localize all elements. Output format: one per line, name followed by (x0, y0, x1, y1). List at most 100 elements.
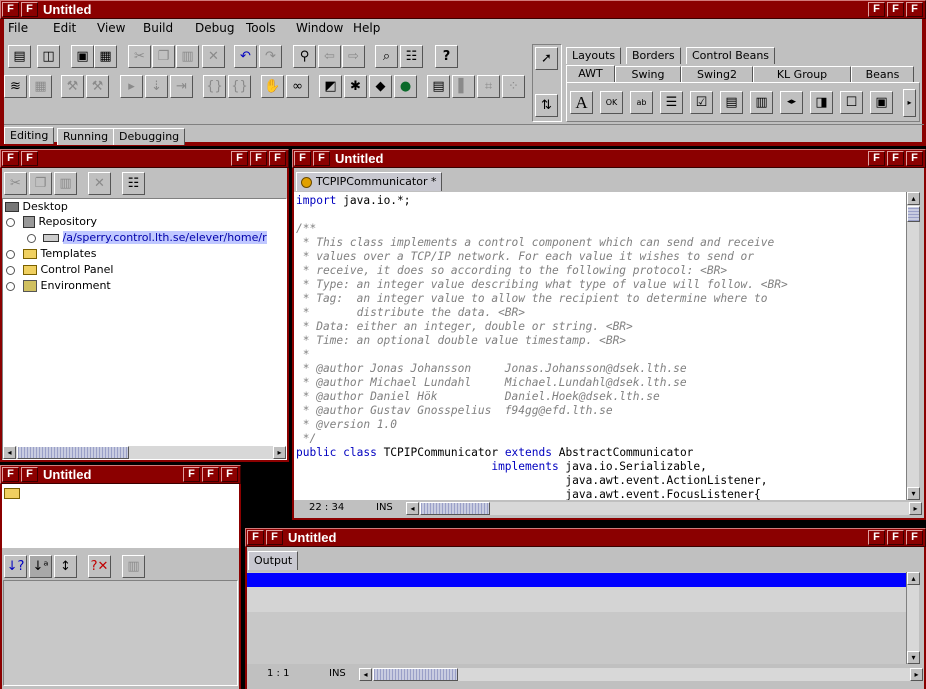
editor-menu-icon-2[interactable]: F (313, 151, 330, 166)
close-icon[interactable]: F (906, 2, 923, 17)
step-into-icon[interactable]: ⇣ (145, 75, 168, 98)
workspace-tab-running[interactable]: Running (57, 128, 115, 145)
hammer-icon[interactable]: ⚒ (61, 75, 84, 98)
menu-window[interactable]: Window (296, 21, 343, 35)
step-out-icon[interactable]: {} (203, 75, 226, 98)
expand-icon[interactable] (6, 250, 15, 259)
code-line[interactable]: /** (296, 222, 788, 236)
editor-maximize-icon[interactable]: F (887, 151, 904, 166)
palette-tab-borders[interactable]: Borders (626, 47, 681, 64)
main-titlebar[interactable]: F F Untitled F F F (0, 0, 926, 19)
code-line[interactable]: java.awt.event.FocusListener{ (296, 488, 788, 500)
maximize-icon[interactable]: F (887, 2, 904, 17)
output-hscroll-thumb[interactable] (373, 668, 458, 681)
customize-icon[interactable]: ▥ (122, 555, 145, 578)
code-line[interactable]: public class TCPIPCommunicator extends A… (296, 446, 788, 460)
expand-icon[interactable] (6, 282, 15, 291)
output-maximize-icon[interactable]: F (887, 530, 904, 545)
form-editor-icon[interactable]: ◩ (319, 75, 342, 98)
textarea-component-icon[interactable]: ☰ (660, 91, 683, 114)
palette-tab-swing[interactable]: Swing (615, 66, 681, 83)
properties-titlebar[interactable]: F F Untitled F F F (0, 465, 241, 484)
menu-help[interactable]: Help (353, 21, 380, 35)
properties-minimize-icon[interactable]: F (183, 467, 200, 482)
save-all-icon[interactable]: ▦ (94, 45, 117, 68)
delete-icon[interactable]: ✕ (202, 45, 225, 68)
output-close-icon[interactable]: F (906, 530, 923, 545)
hammer-all-icon[interactable]: ⚒ (86, 75, 109, 98)
menu-tools[interactable]: Tools (246, 21, 276, 35)
palette-tab-beans[interactable]: Beans (851, 66, 914, 83)
code-line[interactable]: * Type: an integer value describing what… (296, 278, 788, 292)
editor-menu-icon[interactable]: F (294, 151, 311, 166)
align-icon[interactable]: ⌗ (477, 75, 500, 98)
palette-tab-awt[interactable]: AWT (566, 65, 615, 82)
canvas-component-icon[interactable]: ▣ (870, 91, 893, 114)
editor-vscroll-thumb[interactable] (907, 206, 920, 222)
sort-unsorted-icon[interactable]: ↕ (54, 555, 77, 578)
scrollpane-component-icon[interactable]: ◨ (810, 91, 833, 114)
editor-close-icon[interactable]: F (906, 151, 923, 166)
run-icon[interactable]: ▸ (120, 75, 143, 98)
clear-filter-icon[interactable]: ?✕ (88, 555, 111, 578)
scroll-left-icon[interactable]: ◂ (3, 446, 16, 459)
tree-node-filesystem[interactable]: /a/sperry.control.lth.se/elever/home/r (43, 231, 267, 244)
scroll-left-icon[interactable]: ◂ (359, 668, 372, 681)
output-area[interactable] (247, 572, 906, 664)
selection-mode-icon[interactable]: ➚ (535, 47, 558, 70)
watch-icon[interactable]: ∞ (286, 75, 309, 98)
scroll-up-icon[interactable]: ▴ (907, 572, 920, 585)
expand-icon[interactable] (6, 218, 15, 227)
label-component-icon[interactable]: A (570, 91, 593, 114)
code-line[interactable]: * This class implements a control compon… (296, 236, 788, 250)
tree-node-environment[interactable]: Environment (23, 279, 111, 292)
scroll-right-icon[interactable]: ▸ (910, 668, 923, 681)
editor-hscroll-thumb[interactable] (420, 502, 490, 515)
explorer-delete-icon[interactable]: ✕ (88, 172, 111, 195)
code-line[interactable]: * @version 1.0 (296, 418, 788, 432)
explorer-close-icon[interactable]: F (269, 151, 286, 166)
code-line[interactable] (296, 208, 788, 222)
workspace-tab-editing[interactable]: Editing (4, 127, 55, 144)
output-vscrollbar[interactable]: ▴ ▾ (906, 572, 920, 664)
find-icon[interactable]: ⚲ (293, 45, 316, 68)
palette-tab-swing2[interactable]: Swing2 (681, 66, 753, 83)
properties-menu-icon-2[interactable]: F (21, 467, 38, 482)
continue-icon[interactable]: {} (228, 75, 251, 98)
scroll-up-icon[interactable]: ▴ (907, 192, 920, 205)
output-tab[interactable]: Output (248, 551, 299, 570)
menu-debug[interactable]: Debug (195, 21, 234, 35)
explorer-cut-icon[interactable]: ✂ (4, 172, 27, 195)
menu-build[interactable]: Build (143, 21, 173, 35)
code-line[interactable]: * Time: an optional double value timesta… (296, 334, 788, 348)
scroll-down-icon[interactable]: ▾ (907, 651, 920, 664)
explorer-properties-icon[interactable]: ☷ (122, 172, 145, 195)
layout-icon[interactable]: ▤ (427, 75, 450, 98)
output-row[interactable] (247, 587, 906, 612)
output-selected-row[interactable] (247, 573, 906, 587)
save-icon[interactable]: ▣ (71, 45, 94, 68)
minimize-icon[interactable]: F (868, 2, 885, 17)
sort-by-name-icon[interactable]: ↓ᵃ (29, 555, 52, 578)
build-icon[interactable]: ▦ (29, 75, 52, 98)
explorer-icon[interactable]: ⌕ (375, 45, 398, 68)
window-menu-icon[interactable]: F (2, 2, 19, 17)
step-over-icon[interactable]: ⇥ (170, 75, 193, 98)
explorer-titlebar[interactable]: F F F F F (0, 149, 289, 168)
explorer-menu-icon-2[interactable]: F (21, 151, 38, 166)
help-icon[interactable]: ? (435, 45, 458, 68)
tree-node-control-panel[interactable]: Control Panel (23, 263, 113, 276)
code-line[interactable]: java.awt.event.ActionListener, (296, 474, 788, 488)
explorer-menu-icon[interactable]: F (2, 151, 19, 166)
output-menu-icon-2[interactable]: F (266, 530, 283, 545)
explorer-hscrollbar[interactable]: ◂ ▸ (3, 446, 286, 459)
show-grid-icon[interactable]: ⁘ (502, 75, 525, 98)
output-minimize-icon[interactable]: F (868, 530, 885, 545)
output-titlebar[interactable]: F F Untitled F F F (245, 528, 926, 547)
palette-tab-control-beans[interactable]: Control Beans (686, 47, 776, 64)
palette-tab-layouts[interactable]: Layouts (566, 47, 622, 64)
editor-minimize-icon[interactable]: F (868, 151, 885, 166)
code-line[interactable]: * @author Gustav Gnosspelius f94gg@efd.l… (296, 404, 788, 418)
editor-titlebar[interactable]: F F Untitled F F F (292, 149, 926, 168)
grid-icon[interactable]: ▌ (452, 75, 475, 98)
